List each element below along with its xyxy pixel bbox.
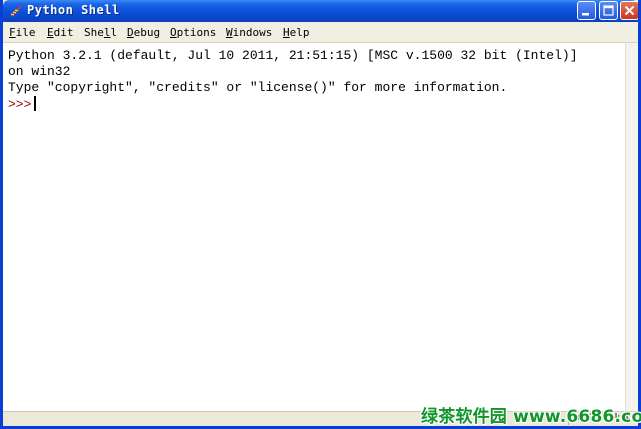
- menu-options[interactable]: Options: [170, 26, 216, 39]
- banner-line-version: Python 3.2.1 (default, Jul 10 2011, 21:5…: [8, 48, 578, 63]
- idle-feather-icon: [8, 3, 24, 19]
- menu-debug[interactable]: Debug: [127, 26, 160, 39]
- menu-shell[interactable]: Shell: [84, 26, 117, 39]
- minimize-button[interactable]: [577, 1, 596, 20]
- python-shell-window: Python Shell File Edit Shell Debug Optio…: [0, 0, 641, 429]
- banner-line-platform: on win32: [8, 64, 71, 79]
- menu-edit[interactable]: Edit: [47, 26, 74, 39]
- window-title: Python Shell: [27, 3, 120, 17]
- maximize-icon: [603, 5, 614, 16]
- maximize-button[interactable]: [599, 1, 618, 20]
- site-watermark: 绿茶软件园 www.6686.com: [421, 407, 641, 427]
- menu-bar: File Edit Shell Debug Options Windows He…: [3, 22, 638, 43]
- shell-prompt: >>>: [8, 97, 32, 112]
- close-icon: [624, 5, 635, 16]
- vertical-scrollbar[interactable]: [625, 43, 638, 412]
- title-bar[interactable]: Python Shell: [3, 0, 638, 22]
- minimize-icon: [582, 13, 589, 16]
- close-button[interactable]: [620, 1, 638, 20]
- shell-text-area[interactable]: Python 3.2.1 (default, Jul 10 2011, 21:5…: [3, 43, 625, 412]
- menu-help[interactable]: Help: [283, 26, 310, 39]
- banner-line-info: Type "copyright", "credits" or "license(…: [8, 80, 508, 95]
- prompt-line[interactable]: >>>: [8, 96, 37, 113]
- menu-file[interactable]: File: [9, 26, 36, 39]
- text-cursor: [34, 96, 37, 111]
- menu-windows[interactable]: Windows: [226, 26, 272, 39]
